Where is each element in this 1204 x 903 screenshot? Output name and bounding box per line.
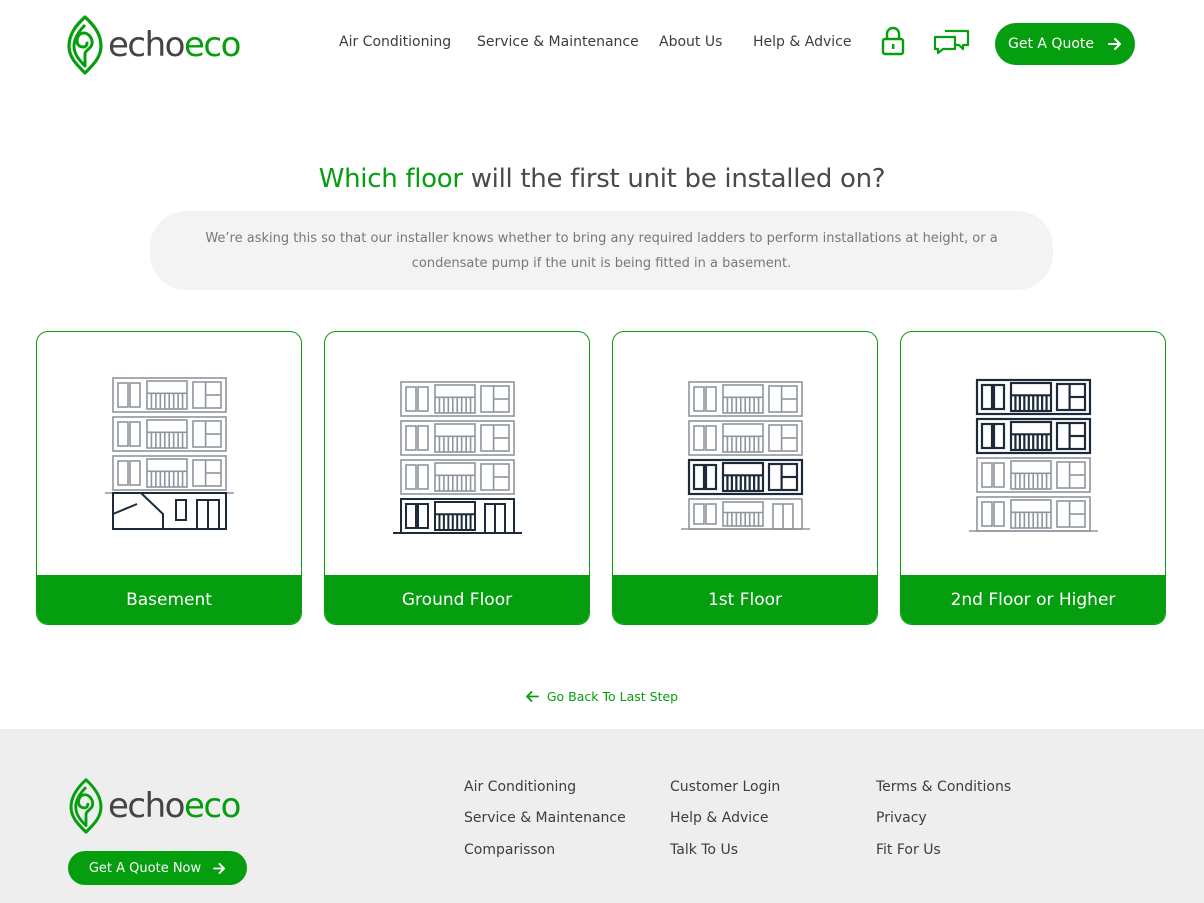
question-title-rest: will the first unit be installed on? [462,164,886,194]
arrow-right-icon [213,862,226,874]
echoeco-logo-mark-icon [69,778,103,834]
building-upper-floors-icon [969,378,1098,532]
footer-logo[interactable]: echoeco [68,777,241,835]
go-back-label: Go Back To Last Step [546,689,679,704]
arrow-left-icon [525,691,539,702]
question-info-box: We’re asking this so that our installer … [150,211,1053,290]
option-card-first-floor[interactable]: 1st Floor [612,331,878,625]
question-title-accent: Which floor [318,164,463,194]
lock-icon[interactable] [881,26,905,56]
get-a-quote-now-button[interactable]: Get A Quote Now [68,851,247,885]
logo-wordmark: echoeco [108,786,241,826]
footer-link-customer-login[interactable]: Customer Login [670,779,780,795]
footer-link-comparisson[interactable]: Comparisson [464,842,555,858]
get-a-quote-now-label: Get A Quote Now [88,860,202,876]
get-a-quote-button[interactable]: Get A Quote [995,23,1135,65]
option-card-basement[interactable]: Basement [36,331,302,625]
option-card-second-floor-or-higher[interactable]: 2nd Floor or Higher [900,331,1166,625]
footer-link-terms-conditions[interactable]: Terms & Conditions [876,779,1011,795]
go-back-link[interactable]: Go Back To Last Step [0,689,1204,704]
option-label: Ground Floor [325,575,589,624]
logo-text-eco: eco [183,786,241,826]
nav-air-conditioning[interactable]: Air Conditioning [339,34,451,50]
question-title: Which floor will the first unit be insta… [0,164,1204,194]
nav-help-advice[interactable]: Help & Advice [753,34,851,50]
question-info-text: We’re asking this so that our installer … [205,230,998,271]
footer-link-air-conditioning[interactable]: Air Conditioning [464,779,576,795]
chat-bubbles-icon[interactable] [933,28,971,56]
site-footer: echoeco Get A Quote Now Air Conditioning… [0,729,1204,903]
site-header: echoeco Air Conditioning Service & Maint… [0,0,1204,90]
footer-link-service-maintenance[interactable]: Service & Maintenance [464,810,626,826]
option-label: 1st Floor [613,575,877,624]
building-ground-floor-icon [393,381,522,534]
option-label: Basement [37,575,301,624]
footer-link-privacy[interactable]: Privacy [876,810,927,826]
logo-text-echo: echo [108,786,185,826]
nav-service-maintenance[interactable]: Service & Maintenance [477,34,639,50]
option-card-ground-floor[interactable]: Ground Floor [324,331,590,625]
get-a-quote-label: Get A Quote [1008,36,1094,52]
option-label: 2nd Floor or Higher [901,575,1165,624]
footer-link-talk-to-us[interactable]: Talk To Us [670,842,738,858]
footer-link-help-advice[interactable]: Help & Advice [670,810,768,826]
arrow-right-icon [1108,38,1121,50]
footer-link-fit-for-us[interactable]: Fit For Us [876,842,941,858]
building-basement-icon [105,377,234,530]
nav-about-us[interactable]: About Us [659,34,722,50]
building-first-floor-icon [681,381,810,530]
